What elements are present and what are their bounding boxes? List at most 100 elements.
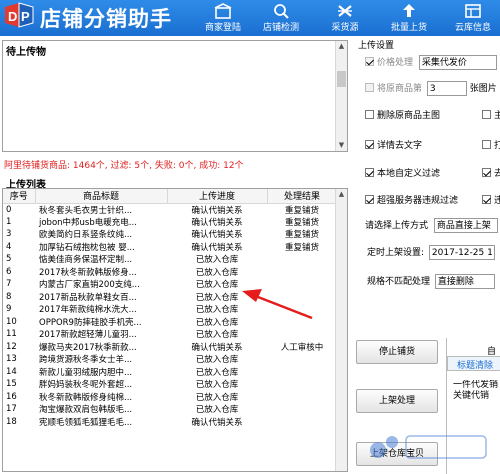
spec-select[interactable]: 直接删除 [434, 274, 495, 289]
nav-cloud-library[interactable]: 云库信息 [446, 0, 500, 36]
table-cell: 已放入仓库 [195, 367, 239, 378]
table-cell: OPPOR9防摔硅胶手机壳... [39, 317, 142, 328]
table-cell: 已放入仓库 [195, 280, 239, 291]
table-cell: 已放入仓库 [195, 330, 239, 341]
column-header[interactable]: 上传进度 [167, 189, 268, 204]
column-header[interactable]: 处理结果 [267, 189, 338, 204]
table-scrollbar[interactable]: ▲ [335, 189, 347, 471]
cut-row-b: 打 [482, 138, 500, 151]
delete-main-image-checkbox[interactable] [365, 110, 374, 119]
table-cell [267, 328, 337, 341]
detail-text-checkbox[interactable] [365, 140, 374, 149]
store-login-icon [214, 3, 232, 19]
table-cell: 惦美佳商务保温杯定制... [39, 255, 133, 266]
side-tab-panel: 自 标题清除 一件代发销关键代销 [446, 338, 500, 474]
table-cell: 确认代销关系 [191, 342, 243, 353]
side-tab[interactable]: 标题清除 [447, 356, 500, 371]
nav-shop-check[interactable]: 店铺检测 [254, 0, 308, 36]
scroll-up-icon[interactable]: ▲ [336, 41, 347, 52]
server-filter-row: 超强服务器违规过滤 [365, 193, 458, 206]
table-row[interactable]: 13 跨境货源秋冬季女士羊... 已放入仓库 [3, 353, 337, 366]
svg-text:P: P [21, 9, 30, 24]
cut-row-c: 去 [482, 166, 500, 179]
table-cell: 4 [6, 241, 12, 252]
scroll-thumb[interactable] [337, 71, 346, 87]
nav-source-goods[interactable]: 采货源 [318, 0, 372, 36]
table-cell: 欧美简约日系竖条纹纯... [39, 230, 133, 241]
server-filter-checkbox[interactable] [365, 195, 374, 204]
table-row[interactable]: 5 惦美佳商务保温杯定制... 已放入仓库 [3, 253, 337, 266]
cut-row-d: 违 [482, 193, 500, 206]
table-cell: 爆款马夹2017秋季新款... [39, 342, 137, 353]
pending-scrollbar[interactable]: ▲ ▼ [335, 41, 347, 151]
delete-main-image-row: 删除原商品主图 [365, 108, 440, 121]
table-cell: 2017年新款纯棉水洗大... [39, 305, 137, 316]
table-row[interactable]: 6 2017秋冬新款韩版修身... 已放入仓库 [3, 266, 337, 279]
table-row[interactable]: 3 欧美简约日系竖条纹纯... 确认代销关系 重复铺货 [3, 228, 337, 241]
table-row[interactable]: 16 秋冬新款韩版修身纯棉... 已放入仓库 [3, 391, 337, 404]
spec-row: 规格不匹配处理 直接删除 [367, 274, 495, 289]
nav-label: 商家登陆 [204, 23, 241, 33]
table-row[interactable]: 17 淘宝爆款双肩包韩版毛... 已放入仓库 [3, 403, 337, 416]
price-select[interactable]: 采集代发价 [418, 55, 497, 70]
local-filter-checkbox[interactable] [365, 168, 374, 177]
table-cell: 淘宝爆款双肩包韩版毛... [39, 405, 133, 416]
table-cell: 确认代销关系 [191, 242, 243, 253]
upload-mode-select[interactable]: 商品直接上架 [433, 218, 498, 233]
price-checkbox[interactable] [365, 57, 374, 66]
listing-warehouse-button[interactable]: 上架仓库宝贝 [356, 442, 438, 466]
source-goods-icon [338, 5, 352, 17]
table-cell: 已放入仓库 [195, 317, 239, 328]
upload-table[interactable]: 序号 商品标题 上传进度 处理结果 0 秋冬套头毛衣男士针织... 确认代销关系 重复铺货 1… [2, 188, 348, 472]
nav-label: 云库信息 [454, 23, 491, 33]
table-cell: 已放入仓库 [195, 392, 239, 403]
table-cell [267, 266, 337, 279]
table-cell: 已放入仓库 [195, 292, 239, 303]
table-cell [267, 391, 337, 404]
image-number-input[interactable]: 3 [426, 81, 467, 96]
table-cell: 1 [6, 216, 12, 227]
table-row[interactable]: 4 加厚钻石绒抱枕包被 婴... 确认代销关系 重复铺货 [3, 241, 337, 254]
table-row[interactable]: 10 OPPOR9防摔硅胶手机壳... 已放入仓库 [3, 316, 337, 329]
table-cell: 加厚钻石绒抱枕包被 婴... [39, 242, 135, 253]
table-cell: 重复铺货 [284, 230, 319, 241]
column-header[interactable]: 序号 [3, 189, 36, 204]
listing-button[interactable]: 上架处理 [356, 389, 438, 413]
table-row[interactable]: 1 jobon中邦usb电暖充电... 确认代销关系 重复铺货 [3, 216, 337, 229]
table-row[interactable]: 8 2017新品秋款单鞋女百... 已放入仓库 [3, 291, 337, 304]
table-cell: 确认代销关系 [191, 417, 243, 428]
extra-checkbox-a[interactable] [482, 110, 491, 119]
scroll-up-icon[interactable]: ▲ [336, 189, 347, 200]
column-header[interactable]: 商品标题 [35, 189, 168, 204]
svg-text:D: D [8, 9, 17, 24]
nav-store-login[interactable]: 商家登陆 [196, 0, 250, 36]
cut-row-a: 主 [482, 108, 500, 121]
table-cell [267, 403, 337, 416]
first-image-checkbox[interactable] [365, 83, 374, 92]
table-cell: 人工审核中 [280, 342, 324, 353]
table-row[interactable]: 0 秋冬套头毛衣男士针织... 确认代销关系 重复铺货 [3, 203, 337, 216]
table-row[interactable]: 9 2017年新款纯棉水洗大... 已放入仓库 [3, 303, 337, 316]
table-row[interactable]: 14 新款儿童羽绒服内胆中... 已放入仓库 [3, 366, 337, 379]
table-row[interactable]: 11 2017新款超轻薄儿童羽... 已放入仓库 [3, 328, 337, 341]
table-cell: 重复铺货 [284, 205, 319, 216]
table-cell: 0 [6, 204, 12, 215]
extra-checkbox-b[interactable] [482, 140, 491, 149]
nav-bulk-upload[interactable]: 批量上货 [382, 0, 436, 36]
table-row[interactable]: 12 爆款马夹2017秋季新款... 确认代销关系 人工审核中 [3, 341, 337, 354]
table-cell: 10 [6, 316, 17, 327]
table-cell: 跨境货源秋冬季女士羊... [39, 355, 133, 366]
table-cell [267, 416, 337, 429]
extra-checkbox-c[interactable] [482, 168, 491, 177]
extra-checkbox-d[interactable] [482, 195, 491, 204]
scroll-down-icon[interactable]: ▼ [336, 140, 347, 151]
table-cell: 17 [6, 404, 17, 415]
table-cell: 5 [6, 254, 12, 265]
pending-list[interactable]: 待上传物 ▲ ▼ [2, 40, 348, 152]
table-row[interactable]: 7 内蒙古厂家直销200支纯... 已放入仓库 [3, 278, 337, 291]
table-row[interactable]: 15 胖妈妈装秋冬呢外套超... 已放入仓库 [3, 378, 337, 391]
table-row[interactable]: 18 宪顺毛领狐毛狐狸毛毛... 确认代销关系 [3, 416, 337, 429]
schedule-input[interactable]: 2017-12-25 11 [428, 245, 495, 260]
stop-button[interactable]: 停止铺货 [356, 340, 438, 364]
app-title: 店铺分销助手 [40, 7, 172, 31]
